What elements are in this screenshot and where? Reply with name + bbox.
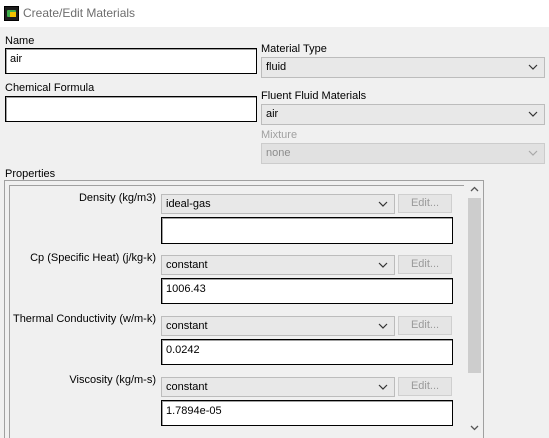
material-type-dropdown[interactable]: fluid	[261, 57, 545, 78]
density-method-value: ideal-gas	[166, 198, 211, 210]
cp-value-field[interactable]: 1006.43	[161, 278, 453, 304]
fluent-fluid-materials-value: air	[266, 108, 279, 120]
viscosity-value-field[interactable]: 1.7894e-05	[161, 400, 453, 426]
chevron-down-icon	[378, 262, 388, 268]
thermal-conductivity-method-dropdown[interactable]: constant	[161, 316, 395, 336]
material-type-value: fluid	[266, 61, 287, 73]
density-method-dropdown[interactable]: ideal-gas	[161, 194, 395, 214]
chevron-down-icon	[378, 384, 388, 390]
material-type-label: Material Type	[261, 43, 327, 55]
chevron-down-icon	[378, 201, 388, 207]
viscosity-label: Viscosity (kg/m-s)	[69, 374, 156, 386]
chevron-down-icon	[528, 111, 538, 117]
chevron-down-icon	[378, 323, 388, 329]
density-label: Density (kg/m3)	[78, 192, 156, 204]
cp-label: Cp (Specific Heat) (j/kg-k)	[30, 252, 156, 264]
mixture-dropdown: none	[261, 143, 545, 164]
window-title: Create/Edit Materials	[23, 6, 136, 20]
scroll-up-arrow-icon[interactable]	[470, 186, 479, 193]
chemical-formula-label: Chemical Formula	[5, 82, 95, 94]
cp-method-value: constant	[166, 259, 208, 271]
mixture-value: none	[266, 147, 291, 159]
density-edit-button[interactable]: Edit...	[398, 194, 452, 213]
title-bar: Create/Edit Materials	[0, 0, 549, 27]
density-value-field[interactable]	[161, 217, 453, 244]
viscosity-method-value: constant	[166, 381, 208, 393]
thermal-conductivity-edit-button[interactable]: Edit...	[398, 316, 452, 335]
cp-edit-button[interactable]: Edit...	[398, 255, 452, 274]
fluent-app-icon	[4, 6, 19, 21]
name-label: Name	[5, 35, 35, 47]
viscosity-edit-button[interactable]: Edit...	[398, 377, 452, 396]
scroll-thumb[interactable]	[468, 198, 481, 373]
thermal-conductivity-label: Thermal Conductivity (w/m-k)	[12, 313, 156, 325]
fluent-fluid-materials-dropdown[interactable]: air	[261, 104, 545, 125]
chevron-down-icon	[528, 150, 538, 156]
chemical-formula-input[interactable]	[5, 96, 257, 122]
name-input[interactable]: air	[5, 48, 257, 74]
mixture-label: Mixture	[261, 129, 298, 141]
fluent-fluid-materials-label: Fluent Fluid Materials	[261, 90, 367, 102]
cp-method-dropdown[interactable]: constant	[161, 255, 395, 275]
properties-label: Properties	[5, 168, 56, 180]
scroll-down-arrow-icon[interactable]	[470, 424, 479, 431]
thermal-conductivity-value-field[interactable]: 0.0242	[161, 339, 453, 365]
properties-scrollbar[interactable]	[466, 181, 483, 438]
viscosity-method-dropdown[interactable]: constant	[161, 377, 395, 397]
thermal-conductivity-method-value: constant	[166, 320, 208, 332]
chevron-down-icon	[528, 64, 538, 70]
